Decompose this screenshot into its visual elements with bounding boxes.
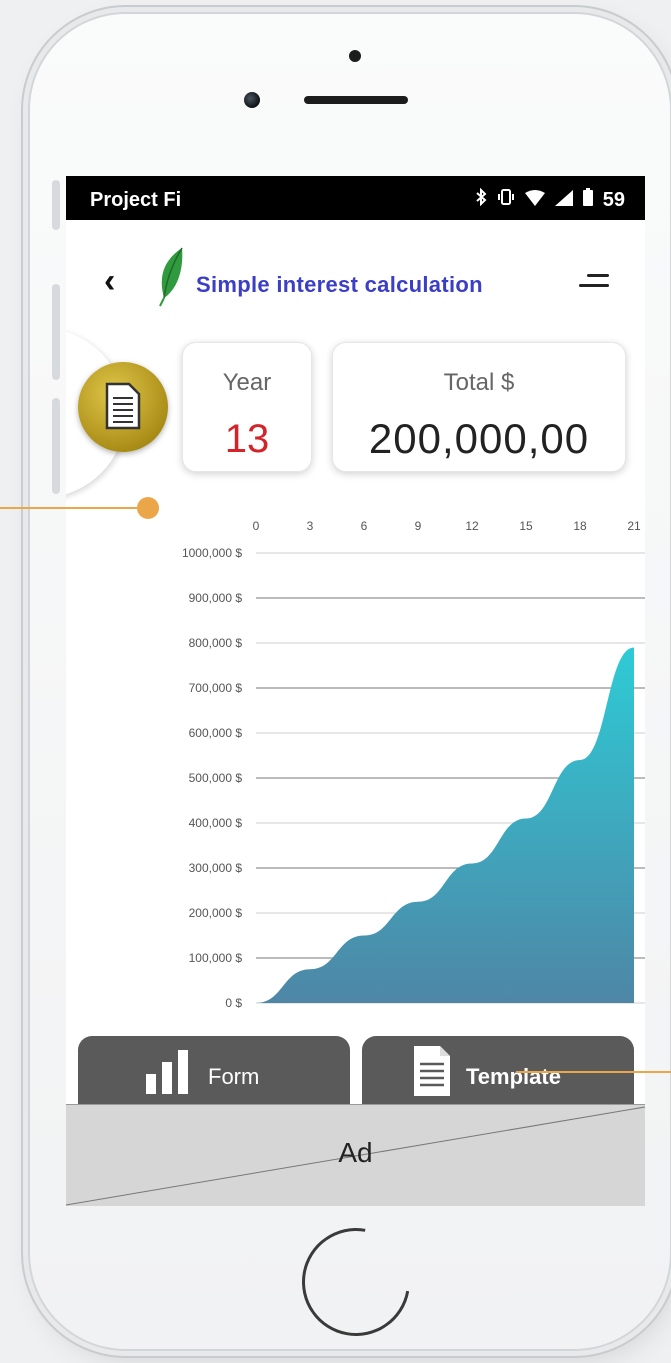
y-tick-label: 800,000 $ xyxy=(189,636,243,650)
chart-area-series xyxy=(256,647,634,1003)
tab-form[interactable]: Form xyxy=(78,1036,350,1106)
wifi-icon xyxy=(524,189,545,212)
app-header: ‹ Simple interest calculation xyxy=(66,220,645,340)
y-tick-label: 100,000 $ xyxy=(189,951,243,965)
total-label: Total $ xyxy=(443,369,515,396)
menu-icon[interactable] xyxy=(579,270,609,292)
bar-chart-icon xyxy=(146,1050,188,1094)
signal-icon xyxy=(554,189,573,212)
y-tick-label: 0 $ xyxy=(225,996,242,1010)
callout-dot xyxy=(137,497,159,519)
y-tick-label: 500,000 $ xyxy=(189,771,243,785)
vibrate-icon xyxy=(497,188,515,212)
y-tick-label: 400,000 $ xyxy=(189,816,243,830)
total-value: 200,000,00 xyxy=(368,415,590,462)
x-tick-label: 18 xyxy=(573,519,587,533)
tab-template-label: Template xyxy=(466,1064,561,1089)
year-card[interactable]: Year 13 xyxy=(182,342,312,472)
total-card[interactable]: Total $ 200,000,00 xyxy=(332,342,626,472)
volume-down-button xyxy=(52,398,60,494)
clock-time: 59 xyxy=(602,188,625,211)
leaf-icon xyxy=(159,247,183,307)
back-icon[interactable]: ‹ xyxy=(104,262,115,301)
tab-form-label: Form xyxy=(208,1064,260,1089)
y-tick-label: 200,000 $ xyxy=(189,906,243,920)
callout-line-right xyxy=(516,1071,671,1073)
earpiece-speaker xyxy=(304,96,408,104)
interest-area-chart: 0 3 6 9 12 15 18 21 1000,000 $ 900,000 $ 800,000 … xyxy=(182,519,645,1010)
bluetooth-icon xyxy=(475,187,487,212)
x-tick-label: 3 xyxy=(307,519,314,533)
battery-icon xyxy=(582,188,593,212)
callout-line-left xyxy=(0,507,140,509)
document-fab-button[interactable] xyxy=(78,362,168,452)
status-icons: 59 xyxy=(475,187,625,212)
x-tick-label: 21 xyxy=(627,519,641,533)
x-tick-label: 6 xyxy=(361,519,368,533)
document-icon xyxy=(414,1046,450,1096)
volume-up-button xyxy=(52,284,60,380)
year-value: 13 xyxy=(224,417,270,461)
year-label: Year xyxy=(222,369,272,396)
y-tick-label: 700,000 $ xyxy=(189,681,243,695)
y-tick-label: 1000,000 $ xyxy=(182,546,242,560)
app-screen: Project Fi 59 ‹ Simple interest calculat… xyxy=(66,176,645,1206)
x-tick-label: 0 xyxy=(253,519,260,533)
front-camera xyxy=(244,92,260,108)
page-title: Simple interest calculation xyxy=(196,272,483,297)
y-tick-label: 900,000 $ xyxy=(189,591,243,605)
carrier-name: Project Fi xyxy=(90,189,182,211)
status-bar: Project Fi 59 xyxy=(66,176,645,220)
x-tick-label: 12 xyxy=(465,519,479,533)
mute-switch xyxy=(52,180,60,230)
y-tick-label: 300,000 $ xyxy=(189,861,243,875)
proximity-sensor xyxy=(349,50,361,62)
document-icon xyxy=(105,382,141,430)
x-tick-label: 9 xyxy=(415,519,422,533)
ad-banner[interactable]: Ad xyxy=(66,1104,645,1206)
ad-label: Ad xyxy=(338,1137,373,1168)
x-tick-label: 15 xyxy=(519,519,533,533)
y-tick-label: 600,000 $ xyxy=(189,726,243,740)
